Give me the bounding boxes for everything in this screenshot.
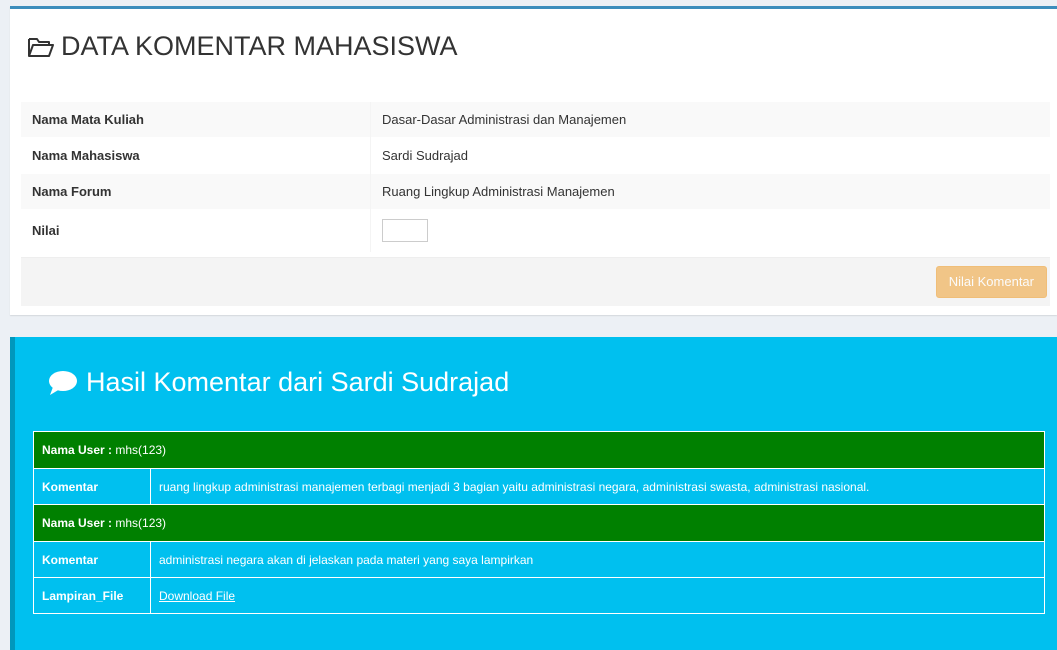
row-value: Dasar-Dasar Administrasi dan Manajemen	[370, 101, 1050, 138]
table-row: Lampiran_File Download File	[33, 577, 1045, 614]
row-value	[370, 209, 1050, 252]
hasil-title-text: Hasil Komentar dari Sardi Sudrajad	[86, 367, 510, 397]
folder-open-icon	[27, 35, 55, 59]
table-row: Nama User : mhs(123)	[33, 504, 1045, 542]
komentar-value: administrasi negara akan di jelaskan pad…	[150, 541, 1045, 578]
user-label: Nama User :	[42, 443, 113, 457]
table-row: Komentar ruang lingkup administrasi mana…	[33, 468, 1045, 505]
komentar-table: Nama User : mhs(123) Komentar ruang ling…	[33, 431, 1045, 614]
row-label: Nilai	[21, 209, 371, 252]
download-file-link[interactable]: Download File	[159, 589, 235, 603]
komentar-value: ruang lingkup administrasi manajemen ter…	[150, 468, 1045, 505]
komentar-label: Komentar	[33, 468, 151, 505]
row-value: Sardi Sudrajad	[370, 137, 1050, 174]
hasil-komentar-panel: Hasil Komentar dari Sardi Sudrajad Nama …	[10, 337, 1057, 650]
table-row: Komentar administrasi negara akan di jel…	[33, 541, 1045, 578]
user-value: mhs(123)	[112, 443, 167, 457]
info-table: Nama Mata Kuliah Dasar-Dasar Administras…	[21, 101, 1050, 252]
user-value: mhs(123)	[112, 516, 167, 530]
komentar-label: Komentar	[33, 541, 151, 578]
user-cell: Nama User : mhs(123)	[33, 431, 1045, 469]
user-label: Nama User :	[42, 516, 113, 530]
table-row: Nama Forum Ruang Lingkup Administrasi Ma…	[21, 173, 1050, 210]
table-row: Nama Mahasiswa Sardi Sudrajad	[21, 137, 1050, 174]
hasil-title: Hasil Komentar dari Sardi Sudrajad	[48, 367, 509, 398]
form-footer: Nilai Komentar	[21, 257, 1050, 306]
user-cell: Nama User : mhs(123)	[33, 504, 1045, 542]
row-label: Nama Forum	[21, 173, 371, 210]
nilai-komentar-button[interactable]: Nilai Komentar	[935, 266, 1047, 298]
page-title: DATA KOMENTAR MAHASISWA	[27, 31, 458, 62]
row-value: Ruang Lingkup Administrasi Manajemen	[370, 173, 1050, 210]
table-row: Nama User : mhs(123)	[33, 431, 1045, 469]
lampiran-label: Lampiran_File	[33, 577, 151, 614]
comment-icon	[48, 369, 78, 397]
table-row: Nilai	[21, 209, 1050, 252]
row-label: Nama Mata Kuliah	[21, 101, 371, 138]
row-label: Nama Mahasiswa	[21, 137, 371, 174]
table-row: Nama Mata Kuliah Dasar-Dasar Administras…	[21, 101, 1050, 138]
komentar-data-panel: DATA KOMENTAR MAHASISWA Nama Mata Kuliah…	[10, 6, 1057, 315]
nilai-input[interactable]	[382, 219, 428, 243]
lampiran-value: Download File	[150, 577, 1045, 614]
page-title-text: DATA KOMENTAR MAHASISWA	[61, 31, 458, 61]
